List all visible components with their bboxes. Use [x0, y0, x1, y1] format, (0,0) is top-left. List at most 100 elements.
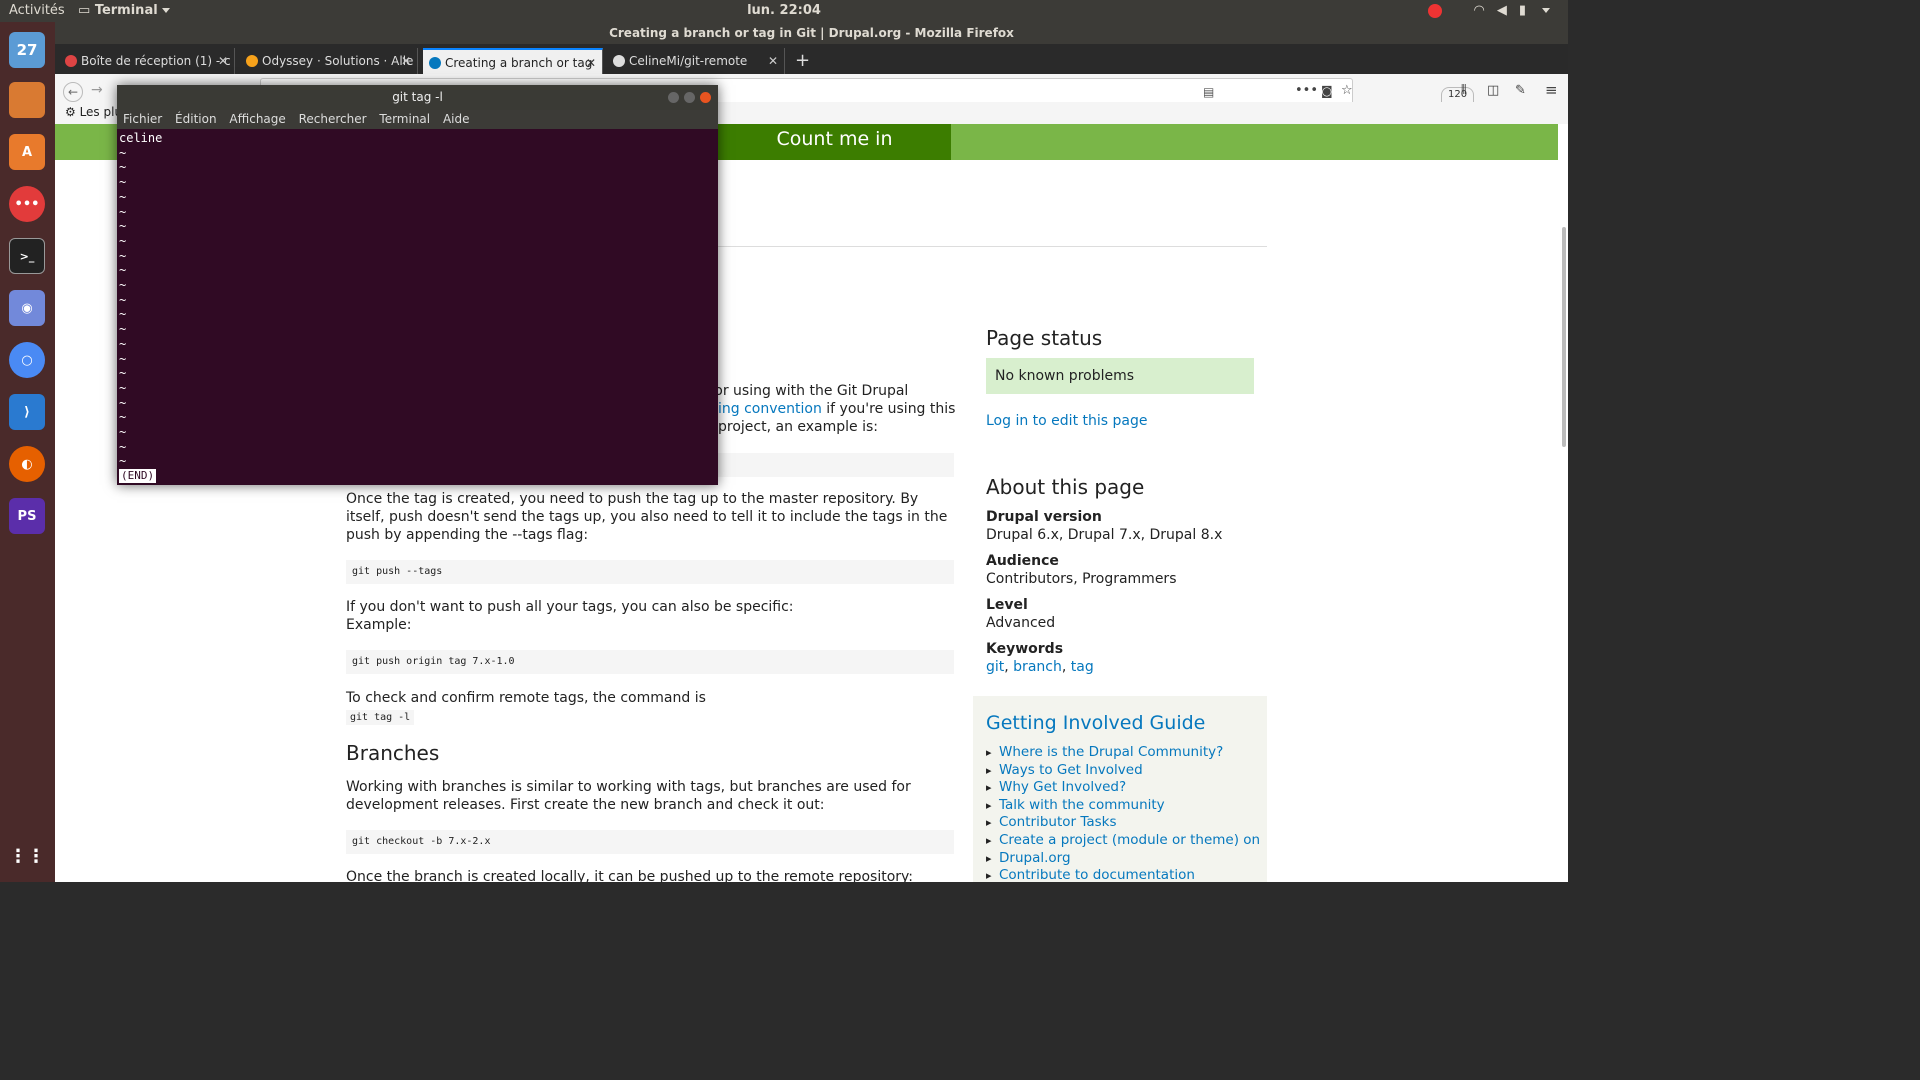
guide-item[interactable]: Why Get Involved? — [986, 779, 1260, 797]
forward-icon[interactable]: → — [91, 82, 103, 98]
menu-affichage[interactable]: Affichage — [229, 112, 285, 126]
keyword-git-link[interactable]: git — [986, 659, 1004, 675]
tilde-line: ~ — [119, 351, 127, 366]
dock: 27 A ••• >_ ◉ ○ ⟩ ◐ PS ⋮⋮ — [0, 22, 55, 882]
extension-icon[interactable]: ✎ — [1515, 83, 1526, 98]
paragraph: Once the tag is created, you need to pus… — [346, 491, 948, 543]
menu-edition[interactable]: Édition — [175, 112, 217, 126]
text-line: ing convention if you're using this — [718, 401, 956, 417]
close-tab-icon[interactable]: ✕ — [401, 48, 411, 74]
guide-item[interactable]: Ways to Get Involved — [986, 762, 1260, 780]
reader-view-icon[interactable]: ▤ — [1203, 85, 1214, 99]
software-icon[interactable]: A — [9, 134, 45, 170]
tilde-line: ~ — [119, 322, 127, 337]
back-icon[interactable]: ← — [63, 82, 83, 102]
files-icon[interactable] — [9, 82, 45, 118]
terminal-icon[interactable]: >_ — [9, 238, 45, 274]
pocket-icon[interactable]: ◙ — [1321, 84, 1333, 98]
level-value: Advanced — [986, 615, 1056, 631]
terminal-menu-bar: Fichier Édition Affichage Rechercher Ter… — [117, 110, 718, 129]
guide-item[interactable]: Create a project (module or theme) on — [986, 832, 1260, 850]
terminal-output[interactable]: celine ~ ~ ~ ~ ~ ~ ~ ~ ~ ~ ~ ~ ~ ~ ~ ~ ~… — [119, 129, 716, 481]
activities-button[interactable]: Activités — [9, 3, 65, 18]
menu-rechercher[interactable]: Rechercher — [299, 112, 367, 126]
drupal-icon — [429, 57, 441, 69]
system-tray[interactable]: ◠ ◀ ▮ — [1427, 3, 1550, 18]
system-menu-chevron-icon[interactable] — [1542, 8, 1550, 13]
scrollbar[interactable] — [1562, 227, 1566, 447]
tab-odyssey[interactable]: Odyssey · Solutions · Alle ✕ — [240, 48, 418, 74]
library-icon[interactable]: ⫴ — [1461, 83, 1466, 98]
menu-aide[interactable]: Aide — [443, 112, 470, 126]
pager-end-marker: (END) — [119, 469, 157, 483]
terminal-title[interactable]: git tag -l — [117, 85, 718, 110]
tilde-line: ~ — [119, 175, 127, 190]
count-me-in-button[interactable]: Count me in — [718, 124, 951, 160]
guide-title-link[interactable]: Getting Involved Guide — [986, 712, 1205, 734]
tilde-line: ~ — [119, 278, 127, 293]
page-actions-icon[interactable]: ••• — [1295, 83, 1318, 98]
tilde-line: ~ — [119, 263, 127, 278]
close-icon[interactable] — [700, 92, 711, 103]
guide-item[interactable]: Talk with the community — [986, 797, 1260, 815]
battery-icon: ▮ — [1518, 3, 1526, 18]
guide-item-continuation[interactable]: Drupal.org — [986, 850, 1260, 868]
text-line: g for using with the Git Drupal — [696, 383, 909, 399]
menu-fichier[interactable]: Fichier — [123, 112, 162, 126]
bookmark-star-icon[interactable]: ☆ — [1341, 83, 1353, 98]
close-tab-icon[interactable]: ✕ — [218, 48, 228, 74]
chat-icon[interactable]: ••• — [9, 186, 45, 222]
terminal-window[interactable]: git tag -l Fichier Édition Affichage Rec… — [117, 85, 718, 485]
wifi-icon: ◠ — [1473, 3, 1485, 18]
guide-item[interactable]: Contributor Tasks — [986, 814, 1260, 832]
maximize-icon[interactable] — [684, 92, 695, 103]
menu-terminal[interactable]: Terminal — [379, 112, 430, 126]
code-block: git checkout -b 7.x-2.x — [346, 830, 954, 854]
terminal-small-icon: ▭ — [78, 3, 95, 18]
login-link[interactable]: Log in to edit this page — [986, 412, 1147, 430]
close-tab-icon[interactable]: ✕ — [586, 50, 596, 74]
chromium-icon[interactable]: ○ — [9, 342, 45, 378]
top-bar: Activités ▭ Terminal lun. 22:04 ◠ ◀ ▮ — [0, 0, 1568, 22]
keywords-list: git, branch, tag — [986, 659, 1094, 675]
firefox-icon[interactable]: ◐ — [9, 446, 45, 482]
new-tab-button[interactable]: + — [795, 48, 810, 74]
window-title: Creating a branch or tag in Git | Drupal… — [55, 22, 1568, 44]
keyword-tag-link[interactable]: tag — [1071, 659, 1094, 675]
calendar-icon[interactable]: 27 — [9, 32, 45, 68]
paragraph: If you don't want to push all your tags,… — [346, 599, 794, 615]
tilde-line: ~ — [119, 307, 127, 322]
sidebar-icon[interactable]: ◫ — [1487, 83, 1499, 98]
app-menu-button[interactable]: ▭ Terminal — [78, 3, 170, 18]
bookmarks-item[interactable]: ⚙ Les plu — [65, 105, 122, 119]
tab-github[interactable]: CelineMi/git-remote ✕ — [607, 48, 785, 74]
tab-drupal[interactable]: Creating a branch or tag ✕ — [423, 48, 603, 74]
clock[interactable]: lun. 22:04 — [747, 3, 821, 18]
phpstorm-icon[interactable]: PS — [9, 498, 45, 534]
tilde-line: ~ — [119, 189, 127, 204]
odyssey-icon — [246, 55, 258, 67]
close-tab-icon[interactable]: ✕ — [768, 48, 778, 74]
github-icon — [613, 55, 625, 67]
naming-convention-link[interactable]: ing convention — [718, 401, 822, 417]
apps-grid-icon[interactable]: ⋮⋮ — [9, 838, 45, 874]
inline-code-line: git tag -l — [346, 707, 954, 727]
guide-list: Where is the Drupal Community? Ways to G… — [986, 744, 1260, 882]
keyword-branch-link[interactable]: branch — [1013, 659, 1062, 675]
gmail-icon — [65, 55, 77, 67]
tilde-line: ~ — [119, 439, 127, 454]
minimize-icon[interactable] — [668, 92, 679, 103]
menu-icon[interactable]: ≡ — [1545, 81, 1558, 99]
guide-item[interactable]: Where is the Drupal Community? — [986, 744, 1260, 762]
tab-gmail[interactable]: Boîte de réception (1) - c ✕ — [59, 48, 235, 74]
guide-item[interactable]: Contribute to documentation — [986, 867, 1260, 882]
drupal-version-label: Drupal version — [986, 509, 1102, 525]
tilde-line: ~ — [119, 380, 127, 395]
page-status-heading: Page status — [986, 326, 1103, 350]
tilde-line: ~ — [119, 336, 127, 351]
notification-icon[interactable] — [1427, 3, 1442, 18]
tilde-line: ~ — [119, 425, 127, 440]
discord-icon[interactable]: ◉ — [9, 290, 45, 326]
tilde-line: ~ — [119, 219, 127, 234]
vscode-icon[interactable]: ⟩ — [9, 394, 45, 430]
